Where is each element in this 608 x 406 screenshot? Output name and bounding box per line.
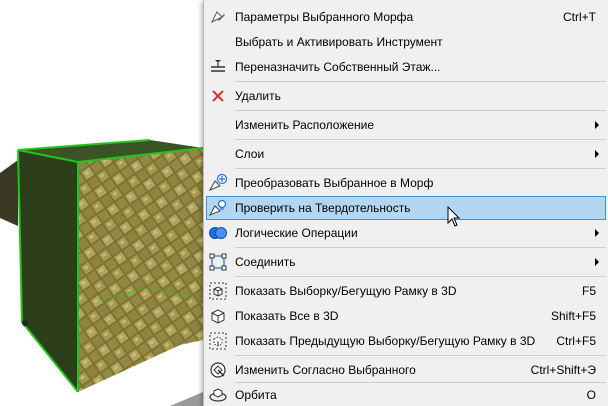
menu-separator bbox=[235, 247, 606, 248]
menu-item-label: Логические Операции bbox=[235, 226, 358, 240]
menu-separator bbox=[235, 110, 606, 111]
menu-item-label: Изменить Согласно Выбранного bbox=[235, 363, 416, 377]
menu-item-label: Показать Предыдущую Выборку/Бегущую Рамк… bbox=[235, 334, 536, 348]
menu-item-label: Изменить Расположение bbox=[235, 118, 375, 132]
mouse-cursor-icon bbox=[447, 205, 461, 233]
submenu-arrow-icon bbox=[595, 258, 599, 266]
show-all-3d-icon bbox=[208, 306, 228, 326]
menu-separator bbox=[235, 355, 606, 356]
menu-item-layers[interactable]: Слои bbox=[204, 143, 608, 165]
show-previous-3d-icon bbox=[208, 331, 228, 351]
menu-item-delete[interactable]: Удалить bbox=[204, 85, 608, 107]
menu-item-label: Переназначить Собственный Этаж... bbox=[235, 60, 441, 74]
menu-item-shortcut: Shift+F5 bbox=[550, 309, 596, 323]
menu-item-shortcut: O bbox=[586, 388, 596, 402]
menu-item-show-selection-3d[interactable]: Показать Выборку/Бегущую Рамку в 3D F5 bbox=[204, 280, 608, 302]
menu-item-label: Соединить bbox=[235, 255, 296, 269]
context-menu: Параметры Выбранного Морфа Ctrl+T Выбрат… bbox=[203, 0, 608, 406]
check-solidity-icon bbox=[208, 198, 228, 218]
submenu-arrow-icon bbox=[595, 229, 599, 237]
menu-item-reassign-home-story[interactable]: Переназначить Собственный Этаж... bbox=[204, 56, 608, 78]
menu-item-morph-settings[interactable]: Параметры Выбранного Морфа Ctrl+T bbox=[204, 6, 608, 28]
menu-item-label: Показать Выборку/Бегущую Рамку в 3D bbox=[235, 284, 457, 298]
menu-item-shortcut: Ctrl+Shift+Э bbox=[530, 363, 596, 377]
menu-item-arrange[interactable]: Изменить Расположение bbox=[204, 114, 608, 136]
boolean-operations-icon bbox=[208, 223, 228, 243]
connect-icon bbox=[208, 252, 228, 272]
menu-item-show-all-3d[interactable]: Показать Все в 3D Shift+F5 bbox=[204, 305, 608, 327]
orbit-icon bbox=[208, 385, 228, 405]
menu-item-shortcut: F5 bbox=[581, 284, 596, 298]
submenu-arrow-icon bbox=[595, 121, 599, 129]
cube-front-face bbox=[78, 148, 203, 392]
menu-item-label: Удалить bbox=[235, 89, 281, 103]
menu-item-modify-by-selection[interactable]: Изменить Согласно Выбранного Ctrl+Shift+… bbox=[204, 359, 608, 381]
menu-item-label: Проверить на Твердотельность bbox=[235, 201, 411, 215]
ground-slab bbox=[0, 160, 18, 226]
menu-separator bbox=[235, 81, 606, 82]
menu-item-orbit[interactable]: Орбита O bbox=[204, 384, 608, 406]
modify-by-selection-icon bbox=[208, 360, 228, 380]
menu-separator bbox=[235, 382, 606, 383]
menu-item-boolean-operations[interactable]: Логические Операции bbox=[204, 222, 608, 244]
morph-settings-icon bbox=[208, 7, 228, 27]
home-story-icon bbox=[208, 57, 228, 77]
delete-x-icon bbox=[208, 86, 228, 106]
menu-item-label: Орбита bbox=[235, 388, 277, 402]
menu-item-connect[interactable]: Соединить bbox=[204, 251, 608, 273]
menu-separator bbox=[235, 139, 606, 140]
menu-item-shortcut: Ctrl+F5 bbox=[556, 334, 596, 348]
menu-item-label: Слои bbox=[235, 147, 265, 161]
show-selection-3d-icon bbox=[208, 281, 228, 301]
menu-item-convert-to-morph[interactable]: Преобразовать Выбранное в Морф bbox=[204, 172, 608, 194]
menu-item-label: Преобразовать Выбранное в Морф bbox=[235, 176, 434, 190]
menu-item-check-solidity[interactable]: Проверить на Твердотельность bbox=[204, 196, 608, 220]
menu-item-label: Показать Все в 3D bbox=[235, 309, 339, 323]
submenu-arrow-icon bbox=[595, 150, 599, 158]
menu-item-shortcut: Ctrl+T bbox=[563, 10, 596, 24]
menu-separator bbox=[235, 168, 606, 169]
menu-separator bbox=[235, 276, 606, 277]
menu-item-label: Выбрать и Активировать Инструмент bbox=[235, 35, 443, 49]
menu-item-show-previous-3d[interactable]: Показать Предыдущую Выборку/Бегущую Рамк… bbox=[204, 330, 608, 352]
convert-to-morph-icon bbox=[208, 173, 228, 193]
selection-node bbox=[22, 320, 28, 326]
menu-item-select-activate-tool[interactable]: Выбрать и Активировать Инструмент bbox=[204, 31, 608, 53]
menu-item-label: Параметры Выбранного Морфа bbox=[235, 10, 414, 24]
ground-edge bbox=[170, 392, 203, 406]
